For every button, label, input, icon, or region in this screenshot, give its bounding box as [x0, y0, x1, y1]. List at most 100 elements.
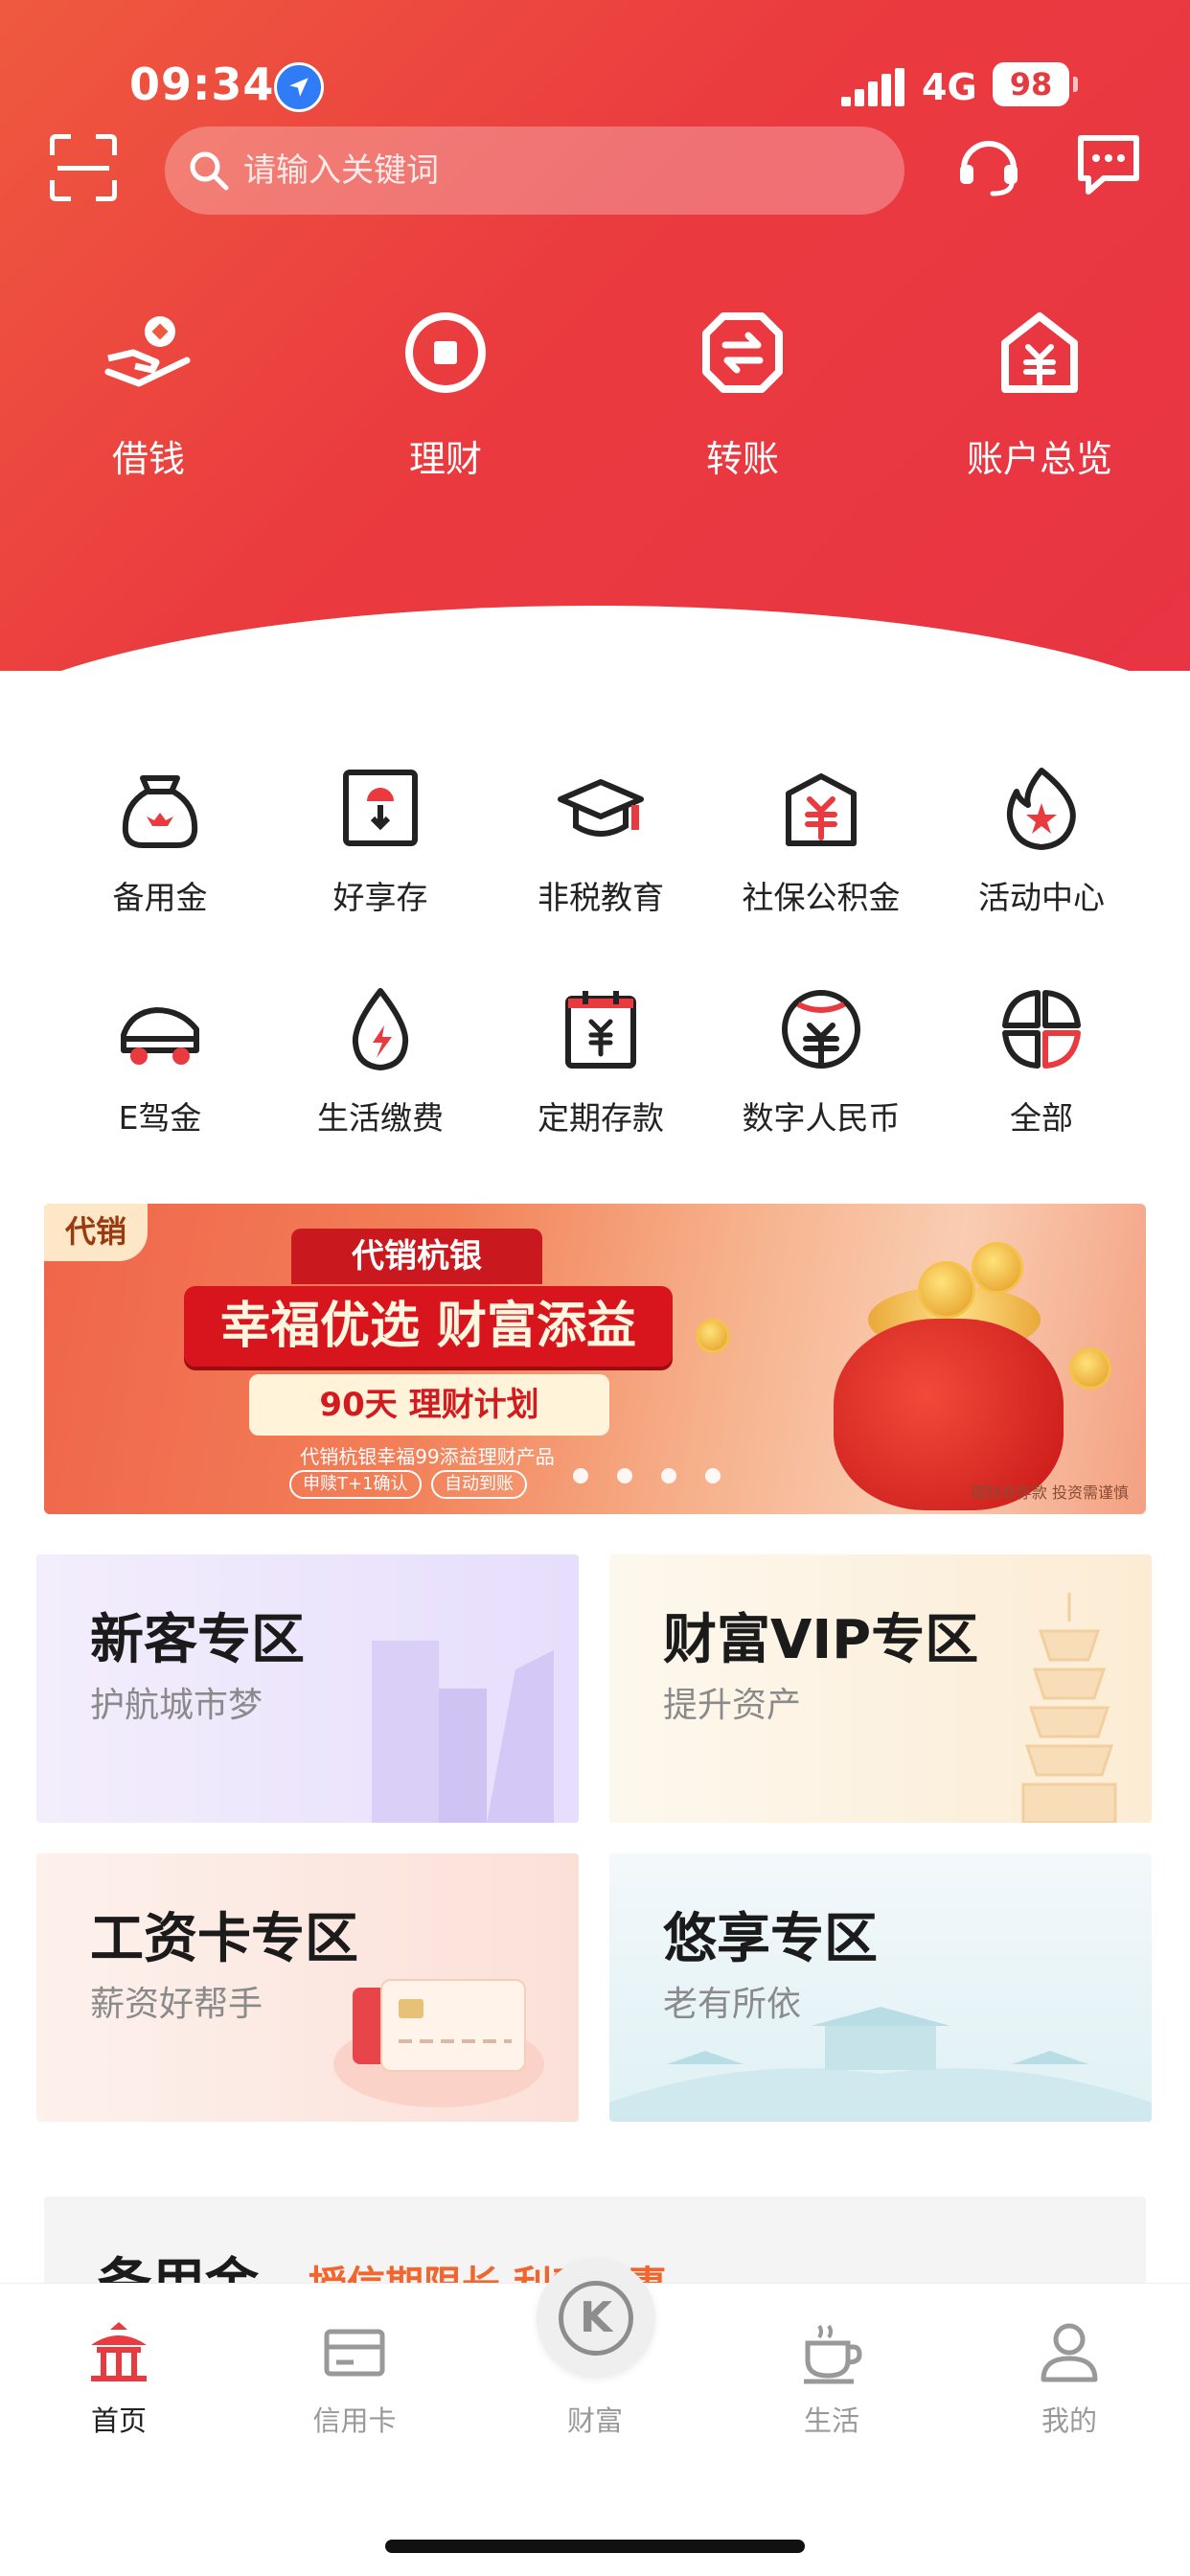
tab-label: 我的 — [1041, 2404, 1097, 2437]
pagoda-icon — [1021, 1593, 1117, 1823]
service-label: 备用金 — [112, 879, 208, 916]
service-activity-center[interactable]: 活动中心 — [936, 763, 1147, 918]
service-non-tax-education[interactable]: 非税教育 — [495, 763, 706, 918]
search-input[interactable] — [243, 140, 876, 201]
zone-wealth-vip[interactable]: 财富VIP专区 提升资产 — [609, 1554, 1152, 1823]
tab-label: 首页 — [90, 2404, 147, 2437]
promo-banner[interactable]: 代销 代销杭银 幸福优选 财富添益 90天 理财计划 代销杭银幸福99添益理财产… — [44, 1204, 1146, 1514]
tab-home[interactable]: 首页 — [42, 2318, 195, 2439]
banner-chip: 自动到账 — [431, 1470, 527, 1499]
zone-subtitle: 老有所依 — [663, 1985, 802, 2024]
service-social-security[interactable]: 社保公积金 — [716, 763, 927, 918]
quick-action-loan[interactable]: 借钱 — [53, 305, 244, 482]
wealth-k-glyph: K — [559, 2281, 633, 2356]
water-drop-bolt-icon — [334, 983, 426, 1075]
wealth-k-icon[interactable]: K — [537, 2259, 655, 2378]
banner-pagination — [573, 1468, 726, 1487]
all-grid-icon — [995, 983, 1087, 1075]
zone-subtitle: 提升资产 — [663, 1686, 802, 1725]
zone-title: 财富VIP专区 — [663, 1609, 979, 1671]
message-icon[interactable] — [1073, 130, 1144, 203]
service-life-payment[interactable]: 生活缴费 — [275, 983, 486, 1138]
zone-leisure[interactable]: 悠享专区 老有所依 — [609, 1853, 1152, 2122]
banner-slogan: 幸福优选 财富添益 — [184, 1286, 673, 1367]
service-label: 好享存 — [332, 879, 428, 916]
account-house-icon — [992, 305, 1087, 401]
digital-rmb-icon — [775, 983, 867, 1075]
tab-credit-card[interactable]: 信用卡 — [278, 2318, 431, 2439]
status-bar: 09:34 4G 98 — [0, 53, 1190, 120]
service-fixed-deposit[interactable]: 定期存款 — [495, 983, 706, 1138]
service-label: 数字人民币 — [742, 1099, 901, 1137]
zone-subtitle: 薪资好帮手 — [90, 1985, 263, 2024]
bottom-tab-bar: 首页 信用卡 财富 K 生活 我的 — [0, 2259, 1190, 2576]
home-indicator — [385, 2540, 805, 2553]
tab-label: 财富 — [566, 2404, 623, 2437]
service-label: 社保公积金 — [742, 879, 901, 916]
deposit-box-icon — [334, 763, 426, 855]
tab-label: 生活 — [803, 2404, 859, 2437]
zone-new-customer[interactable]: 新客专区 护航城市梦 — [36, 1554, 579, 1823]
quick-action-label: 借钱 — [111, 438, 185, 480]
gold-coin-icon — [972, 1242, 1023, 1294]
calendar-yen-icon — [555, 983, 647, 1075]
banner-product: 代销杭银幸福99添益理财产品 — [300, 1445, 555, 1468]
bank-card-icon — [333, 1979, 544, 2107]
tab-mine[interactable]: 我的 — [993, 2318, 1146, 2439]
gold-coin-icon — [696, 1319, 730, 1353]
header: 09:34 4G 98 借钱 理财 — [0, 0, 1190, 671]
car-icon — [114, 983, 206, 1075]
banner-top-label: 代销杭银 — [291, 1229, 542, 1284]
service-good-deposit[interactable]: 好享存 — [275, 763, 486, 918]
banner-tag: 代销 — [44, 1204, 148, 1261]
service-label: 活动中心 — [978, 879, 1105, 916]
user-icon — [1036, 2318, 1103, 2385]
social-security-icon — [775, 763, 867, 855]
location-arrow-icon — [274, 62, 324, 112]
zone-title: 新客专区 — [90, 1609, 305, 1671]
service-e-drive-fund[interactable]: E驾金 — [55, 983, 265, 1138]
quick-action-label: 转账 — [705, 438, 779, 480]
transfer-arrows-icon — [695, 305, 790, 401]
flame-star-icon — [995, 763, 1087, 855]
signal-icon — [841, 68, 904, 106]
quick-action-transfer[interactable]: 转账 — [647, 305, 838, 482]
quick-action-label: 理财 — [408, 438, 482, 480]
search-icon — [188, 150, 230, 196]
tab-label: 信用卡 — [312, 2404, 397, 2437]
battery-icon: 98 — [993, 62, 1069, 106]
gold-coin-icon — [918, 1261, 975, 1319]
graduation-cap-icon — [555, 763, 647, 855]
scan-icon[interactable] — [50, 134, 117, 201]
quick-action-account-overview[interactable]: 账户总览 — [944, 305, 1135, 482]
wealth-coin-icon — [398, 305, 493, 401]
tab-life[interactable]: 生活 — [755, 2318, 908, 2439]
service-digital-rmb[interactable]: 数字人民币 — [716, 983, 927, 1138]
quick-action-label: 账户总览 — [966, 438, 1112, 480]
banner-disclaimer: 理财非存款 投资需谨慎 — [970, 1484, 1129, 1502]
service-label: E驾金 — [118, 1099, 202, 1137]
coffee-cup-icon — [798, 2318, 865, 2385]
service-label: 非税教育 — [538, 879, 664, 916]
service-label: 生活缴费 — [317, 1099, 444, 1137]
gold-coin-icon — [1069, 1347, 1111, 1390]
zone-title: 悠享专区 — [663, 1908, 878, 1970]
credit-card-icon — [321, 2318, 388, 2385]
zone-payroll-card[interactable]: 工资卡专区 薪资好帮手 — [36, 1853, 579, 2122]
zone-title: 工资卡专区 — [90, 1908, 358, 1970]
header-curve — [0, 606, 1190, 671]
search-bar[interactable] — [165, 126, 904, 215]
city-building-icon — [372, 1641, 554, 1823]
network-label: 4G — [922, 66, 977, 108]
service-all[interactable]: 全部 — [936, 983, 1147, 1138]
customer-service-icon[interactable] — [954, 130, 1023, 203]
service-label: 定期存款 — [538, 1099, 664, 1137]
service-label: 全部 — [1010, 1099, 1073, 1137]
banner-plan: 90天 理财计划 — [249, 1374, 609, 1436]
zone-subtitle: 护航城市梦 — [90, 1686, 263, 1725]
service-reserve-fund[interactable]: 备用金 — [55, 763, 265, 918]
reserve-bag-icon — [114, 763, 206, 855]
home-pavilion-icon — [85, 2318, 152, 2385]
quick-action-wealth[interactable]: 理财 — [350, 305, 541, 482]
loan-hand-icon — [101, 305, 196, 401]
